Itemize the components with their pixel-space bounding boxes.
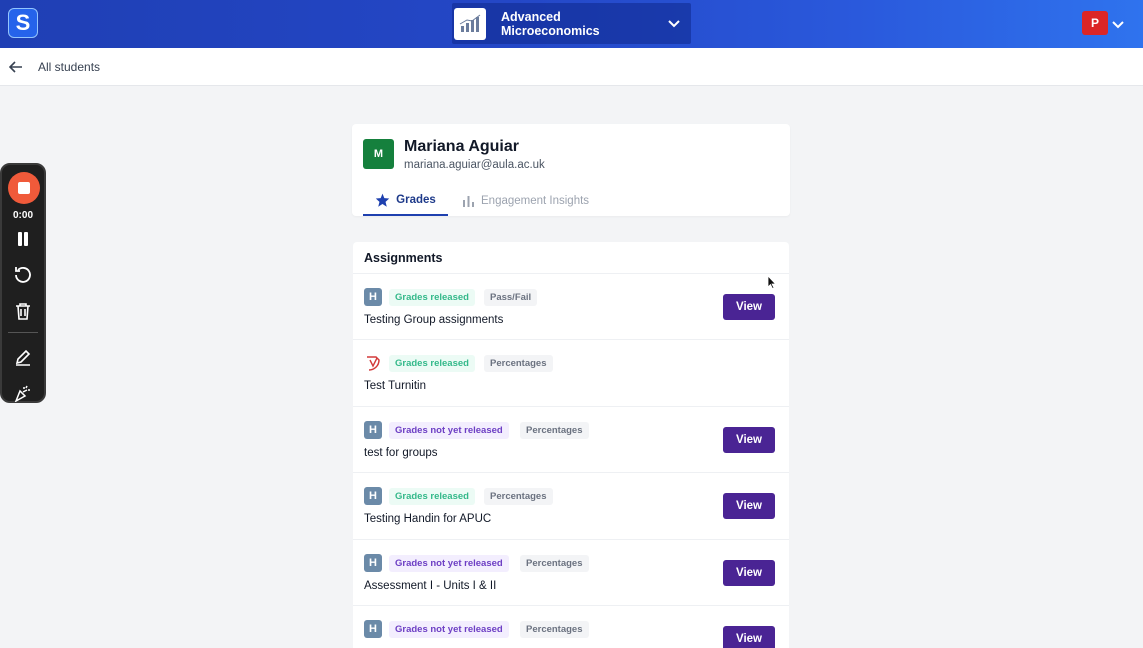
tab-insights-label: Engagement Insights [481,195,590,207]
grading-type-badge: Percentages [484,355,553,372]
user-menu-chevron-icon[interactable] [1112,16,1124,34]
grading-type-badge: Percentages [520,555,589,572]
student-email: mariana.aguiar@aula.ac.uk [404,159,545,171]
handin-icon: H [364,554,382,572]
assignment-title: Test Turnitin [364,380,426,392]
mouse-cursor-icon [767,274,777,294]
assignment-row: H Grades released Percentages Testing Ha… [353,472,789,538]
view-button[interactable]: View [723,427,775,453]
grading-type-badge: Percentages [520,422,589,439]
grading-type-badge: Percentages [520,621,589,638]
assignment-title: Testing Group assignments [364,314,504,326]
back-arrow-icon[interactable] [9,59,25,75]
course-name: Advanced Microeconomics [501,9,600,38]
screen-recorder-toolbar: 0:00 [0,163,46,403]
pen-icon[interactable] [13,347,33,367]
status-badge: Grades not yet released [389,422,509,439]
status-badge: Grades released [389,488,475,505]
user-avatar[interactable]: P [1082,11,1108,35]
handin-icon: H [364,421,382,439]
view-button[interactable]: View [723,626,775,648]
status-badge: Grades not yet released [389,555,509,572]
status-badge: Grades not yet released [389,621,509,638]
assignment-title: Assessment I - Units I & II [364,580,497,592]
star-icon [375,193,390,207]
status-badge: Grades released [389,355,475,372]
all-students-link[interactable]: All students [38,60,100,74]
recording-timer: 0:00 [12,210,33,221]
view-button[interactable]: View [723,493,775,519]
assignment-row: Grades released Percentages Test Turniti… [353,339,789,405]
app-logo[interactable]: S [8,8,38,38]
grading-type-badge: Percentages [484,488,553,505]
course-switcher[interactable]: Advanced Microeconomics [452,3,691,44]
breadcrumb: All students [0,48,1143,86]
stop-recording-button[interactable] [8,172,40,204]
restart-icon[interactable] [13,265,33,285]
assignment-row: H Grades not yet released Percentages Vi… [353,605,789,648]
status-badge: Grades released [389,289,475,306]
assignment-row: H Grades not yet released Percentages As… [353,539,789,605]
pause-icon[interactable] [13,229,33,249]
handin-icon: H [364,487,382,505]
top-bar: S Advanced Microeconomics P [0,0,1143,48]
assignment-title: Testing Handin for APUC [364,513,492,525]
effects-icon[interactable] [13,383,33,403]
view-button[interactable]: View [723,294,775,320]
student-profile-card: M Mariana Aguiar mariana.aguiar@aula.ac.… [352,124,790,216]
tab-engagement-insights[interactable]: Engagement Insights [462,186,589,216]
handin-icon: H [364,620,382,638]
assignment-title: test for groups [364,447,438,459]
grading-type-badge: Pass/Fail [484,289,538,306]
tab-grades[interactable]: Grades [363,186,448,216]
view-button[interactable]: View [723,560,775,586]
chevron-down-icon[interactable] [657,19,691,28]
toolbar-divider [8,332,38,333]
handin-icon: H [364,288,382,306]
turnitin-icon [364,354,382,372]
assignment-row: H Grades released Pass/Fail Testing Grou… [353,273,789,339]
course-thumbnail-icon [454,7,486,40]
assignments-card: Assignments H Grades released Pass/Fail … [353,242,789,648]
trash-icon[interactable] [13,301,33,321]
bar-chart-icon [463,196,474,207]
student-name: Mariana Aguiar [404,138,519,155]
assignment-row: H Grades not yet released Percentages te… [353,406,789,472]
student-avatar: M [363,139,394,169]
tab-grades-label: Grades [396,194,436,206]
assignments-heading: Assignments [364,251,443,265]
